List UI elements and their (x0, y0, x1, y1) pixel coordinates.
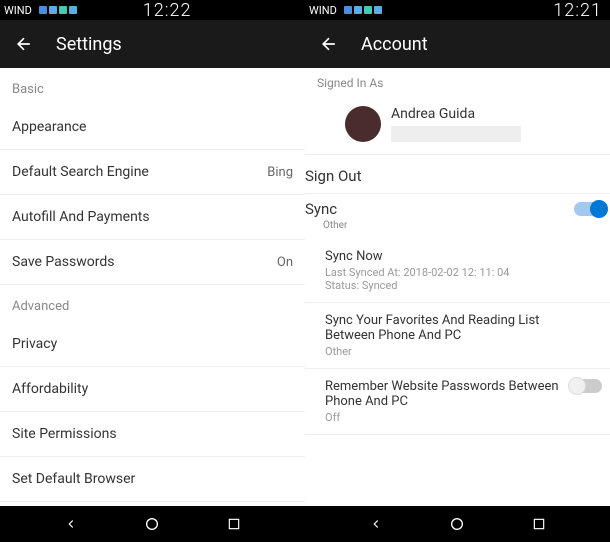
section-basic: Basic (0, 68, 305, 105)
sync-sub: Other (305, 220, 610, 231)
nav-recent-icon[interactable] (225, 515, 243, 533)
carrier-label: WIND (4, 4, 32, 17)
setting-label: Set Default Browser (12, 471, 135, 487)
sync-label: Sync (305, 200, 337, 218)
nav-home-icon[interactable] (448, 515, 466, 533)
user-row[interactable]: Andrea Guida (305, 98, 610, 154)
setting-value: On (277, 255, 293, 270)
carrier-label: WIND (309, 4, 337, 17)
section-advanced: Advanced (0, 285, 305, 322)
nav-back-icon[interactable] (367, 515, 385, 533)
settings-screen: WIND 12:22 Settings Basic Appearance Def… (0, 0, 305, 542)
setting-label: Default Search Engine (12, 164, 149, 180)
status-bar: WIND 12:22 (0, 0, 305, 20)
nav-bar (0, 506, 305, 542)
status-time: 12:22 (143, 0, 192, 21)
nav-recent-icon[interactable] (530, 515, 548, 533)
setting-save-passwords[interactable]: Save Passwords On (0, 240, 305, 285)
app-bar: Settings (0, 20, 305, 68)
setting-affordability[interactable]: Affordability (0, 367, 305, 412)
sync-status-label: Status: Synced (325, 279, 590, 292)
setting-label: Appearance (12, 119, 86, 135)
back-icon[interactable] (12, 32, 36, 56)
settings-content: Basic Appearance Default Search Engine B… (0, 68, 305, 506)
remember-passwords-sub: Off (325, 411, 570, 424)
nav-back-icon[interactable] (62, 515, 80, 533)
setting-label: Affordability (12, 381, 88, 397)
nav-home-icon[interactable] (143, 515, 161, 533)
sync-now-label: Sync Now (325, 249, 590, 264)
sync-last-label: Last Synced At: 2018-02-02 12: 11: 04 (325, 266, 590, 279)
sync-now-row[interactable]: Sync Now Last Synced At: 2018-02-02 12: … (305, 239, 610, 303)
setting-label: Privacy (12, 336, 57, 352)
sync-favorites-label: Sync Your Favorites And Reading List Bet… (325, 313, 590, 343)
page-title: Account (361, 34, 428, 55)
account-screen: WIND 12:21 Account Signed In As Andrea G… (305, 0, 610, 542)
setting-label: Site Permissions (12, 426, 117, 442)
sign-out-button[interactable]: Sign Out (305, 155, 610, 193)
app-bar: Account (305, 20, 610, 68)
setting-appearance[interactable]: Appearance (0, 105, 305, 150)
avatar (345, 106, 381, 142)
setting-label: Save Passwords (12, 254, 114, 270)
setting-value: Bing (267, 165, 293, 180)
user-name: Andrea Guida (391, 106, 598, 122)
status-time: 12:21 (553, 0, 602, 21)
setting-autofill[interactable]: Autofill And Payments (0, 195, 305, 240)
status-icons (344, 6, 382, 14)
user-email (391, 126, 521, 142)
setting-site-permissions[interactable]: Site Permissions (0, 412, 305, 457)
account-content: Signed In As Andrea Guida Sign Out Sync … (305, 68, 610, 506)
page-title: Settings (56, 34, 122, 55)
remember-passwords-label: Remember Website Passwords Between Phone… (325, 379, 570, 409)
sync-favorites-row[interactable]: Sync Your Favorites And Reading List Bet… (305, 303, 610, 369)
setting-default-browser[interactable]: Set Default Browser (0, 457, 305, 502)
setting-search-engine[interactable]: Default Search Engine Bing (0, 150, 305, 195)
signed-in-label: Signed In As (305, 68, 610, 98)
remember-passwords-row[interactable]: Remember Website Passwords Between Phone… (305, 369, 610, 435)
status-bar: WIND 12:21 (305, 0, 610, 20)
remember-passwords-toggle[interactable] (570, 379, 602, 393)
status-icons (39, 6, 77, 14)
back-icon[interactable] (317, 32, 341, 56)
sync-toggle[interactable] (574, 202, 606, 216)
nav-bar (305, 506, 610, 542)
sync-toggle-row[interactable]: Sync (305, 194, 610, 218)
setting-privacy[interactable]: Privacy (0, 322, 305, 367)
sync-favorites-sub: Other (325, 345, 590, 358)
setting-label: Autofill And Payments (12, 209, 150, 225)
